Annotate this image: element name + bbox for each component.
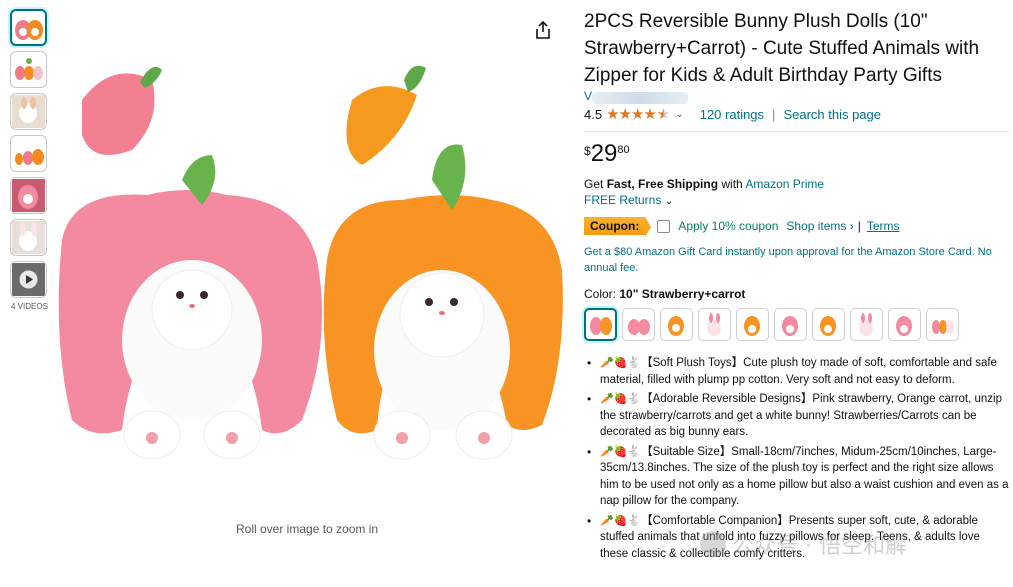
bunny-set-thumbnail-icon xyxy=(15,58,43,80)
strawberry-swatch-icon xyxy=(896,316,912,336)
color-label: Color: xyxy=(584,287,620,301)
bullet-text: 【Adorable Reversible Designs】Pink strawb… xyxy=(600,393,1003,438)
carrot-bunny-icon xyxy=(323,144,563,460)
thumbnail-6[interactable] xyxy=(10,219,47,256)
swatch-8[interactable] xyxy=(850,308,883,341)
swatch-10[interactable] xyxy=(926,308,959,341)
swatch-4[interactable] xyxy=(698,308,731,341)
bullet-emoji: 🥕🍓🐇 xyxy=(600,357,642,369)
share-icon[interactable] xyxy=(534,20,552,40)
bunny-pair-thumbnail-icon xyxy=(15,20,43,40)
brand-link[interactable]: V xyxy=(584,89,1009,105)
thumbnail-4[interactable] xyxy=(10,135,47,172)
coupon-badge: Coupon: xyxy=(584,217,652,237)
bullet-text: 【Soft Plush Toys】Cute plush toy made of … xyxy=(600,357,997,386)
free-returns-label[interactable]: FREE Returns xyxy=(584,193,661,207)
bunny-pair-swatch-icon xyxy=(590,317,612,335)
list-item: 🥕🍓🐇【Soft Plush Toys】Cute plush toy made … xyxy=(587,355,1009,388)
play-icon xyxy=(12,263,45,296)
list-item: 🥕🍓🐇【Suitable Size】Small-18cm/7inches, Mi… xyxy=(587,444,1009,510)
bullet-text: 【Comfortable Companion】Presents super so… xyxy=(600,514,980,560)
coupon-checkbox[interactable] xyxy=(657,219,671,233)
shipping-bold: Fast, Free Shipping xyxy=(606,177,719,191)
swatch-strawberry-carrot[interactable] xyxy=(584,308,617,341)
swatch-2[interactable] xyxy=(622,308,655,341)
apply-coupon-label[interactable]: Apply 10% coupon xyxy=(678,219,778,233)
thumbnail-3[interactable] xyxy=(10,93,47,130)
price-fraction: 80 xyxy=(617,144,630,156)
coupon-separator: | xyxy=(857,219,861,233)
shipping-with: with xyxy=(718,177,746,191)
bullet-emoji: 🥕🍓🐇 xyxy=(600,393,642,405)
bunny-swatch-icon xyxy=(859,313,873,336)
coupon-row: Coupon: Apply 10% coupon Shop items › | … xyxy=(584,216,1009,237)
main-product-image[interactable] xyxy=(52,40,572,480)
feature-bullets: 🥕🍓🐇【Soft Plush Toys】Cute plush toy made … xyxy=(584,355,1009,562)
list-item: 🥕🍓🐇【Adorable Reversible Designs】Pink str… xyxy=(587,391,1009,441)
price-symbol: $ xyxy=(584,144,591,158)
shipping-prefix: Get xyxy=(584,177,607,191)
video-thumbnail[interactable] xyxy=(10,261,47,298)
strawberry-bunny-thumbnail-icon xyxy=(12,179,45,212)
bullet-emoji: 🥕🍓🐇 xyxy=(600,445,642,458)
color-swatches xyxy=(584,308,1009,341)
thumbnail-5[interactable] xyxy=(10,177,47,214)
terms-link[interactable]: Terms xyxy=(867,219,900,233)
swatch-3[interactable] xyxy=(660,308,693,341)
brand-initial[interactable]: V xyxy=(584,89,592,103)
star-rating-icon[interactable]: ★★★★ ★ xyxy=(606,105,670,123)
strawberry-bunny-icon xyxy=(58,155,323,460)
thumbnail-2[interactable] xyxy=(10,51,47,88)
gift-card-offer[interactable]: Get a $80 Amazon Gift Card instantly upo… xyxy=(584,244,1009,276)
thumbnail-1[interactable] xyxy=(10,9,47,46)
bunny-swatch-icon xyxy=(707,313,721,336)
carrot-bunny-swatch-icon xyxy=(744,316,760,336)
swatch-9[interactable] xyxy=(888,308,921,341)
product-title: 2PCS Reversible Bunny Plush Dolls (10" S… xyxy=(584,11,980,86)
product-details: 2PCS Reversible Bunny Plush Dolls (10" S… xyxy=(584,8,1009,565)
bunny-plush-image xyxy=(58,65,563,460)
thumbnail-list: 4 VIDEOS xyxy=(10,9,50,311)
divider xyxy=(584,131,1009,132)
swatch-7[interactable] xyxy=(812,308,845,341)
videos-count-label[interactable]: 4 VIDEOS xyxy=(11,302,50,311)
price-whole: 29 xyxy=(590,140,618,167)
chevron-down-icon[interactable]: ⌄ xyxy=(665,196,673,207)
swatch-6[interactable] xyxy=(774,308,807,341)
carrot-swatch-icon xyxy=(820,316,836,336)
blurred-brand-name xyxy=(592,91,689,104)
shipping-info: Get Fast, Free Shipping with Amazon Prim… xyxy=(584,176,1009,192)
search-this-page-link[interactable]: Search this page xyxy=(783,107,881,122)
shop-items-link[interactable]: Shop items › xyxy=(786,219,853,233)
small-strawberry-icon xyxy=(82,66,162,155)
price: $ 29 80 xyxy=(584,140,1009,172)
bullet-emoji: 🥕🍓🐇 xyxy=(600,514,642,527)
separator: | xyxy=(772,106,776,122)
strawberry-bunny-swatch-icon xyxy=(782,316,798,336)
rating-value: 4.5 xyxy=(584,106,603,122)
rating-row: 4.5 ★★★★ ★ ⌄ 120 ratings | Search this pa… xyxy=(584,105,1009,123)
ratings-count-link[interactable]: 120 ratings xyxy=(700,107,764,122)
list-item: 🥕🍓🐇【Comfortable Companion】Presents super… xyxy=(587,513,1009,563)
white-bunny-thumbnail-icon xyxy=(12,221,45,254)
swatch-5[interactable] xyxy=(736,308,769,341)
bunny-photo-thumbnail-icon xyxy=(12,95,45,128)
free-returns[interactable]: FREE Returns ⌄ xyxy=(584,192,1009,210)
zoom-hint: Roll over image to zoom in xyxy=(236,522,379,536)
bunny-set-swatch-icon xyxy=(932,320,954,334)
chevron-down-icon[interactable]: ⌄ xyxy=(675,109,683,120)
carrot-swatch-icon xyxy=(668,316,684,336)
amazon-prime-link[interactable]: Amazon Prime xyxy=(745,177,824,191)
color-selector-label: Color: 10" Strawberry+carrot xyxy=(584,287,1009,301)
bunny-pair-swatch-icon xyxy=(628,319,650,335)
small-carrot-icon xyxy=(346,65,426,165)
bunny-sizes-thumbnail-icon xyxy=(15,149,44,165)
color-value: 10" Strawberry+carrot xyxy=(619,287,746,301)
bullet-text: 【Suitable Size】Small-18cm/7inches, Midum… xyxy=(600,445,1009,508)
